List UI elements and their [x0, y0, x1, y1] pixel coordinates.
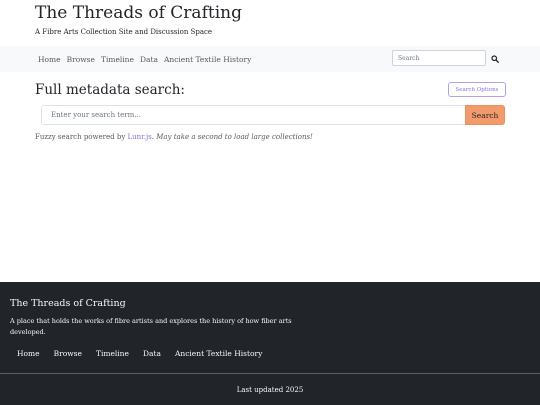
search-button[interactable]: Search: [465, 105, 505, 125]
nav-link-ancient-textile-history[interactable]: Ancient Textile History: [164, 55, 251, 64]
nav-link-timeline[interactable]: Timeline: [101, 55, 134, 64]
search-note-prefix: Fuzzy search powered by: [35, 133, 128, 141]
site-tagline: A Fibre Arts Collection Site and Discuss…: [35, 28, 213, 36]
lunr-link[interactable]: Lunr.js: [128, 133, 152, 141]
nav-search-input[interactable]: [392, 50, 486, 66]
metadata-search-input[interactable]: [41, 105, 465, 125]
footer-link-ancient-textile-history[interactable]: Ancient Textile History: [175, 349, 262, 358]
nav-link-home[interactable]: Home: [38, 55, 61, 64]
footer-nav: Home Browse Timeline Data Ancient Textil…: [17, 349, 262, 358]
footer-title: The Threads of Crafting: [10, 298, 126, 309]
footer-link-browse[interactable]: Browse: [54, 349, 82, 358]
nav-search-button[interactable]: [488, 52, 502, 65]
page-heading: Full metadata search:: [35, 82, 185, 98]
footer-link-timeline[interactable]: Timeline: [96, 349, 129, 358]
footer-divider: [0, 373, 540, 374]
search-note: Fuzzy search powered by Lunr.js. May tak…: [35, 133, 313, 141]
nav-links: Home Browse Timeline Data Ancient Textil…: [38, 46, 251, 72]
search-note-warning: May take a second to load large collecti…: [153, 133, 313, 141]
search-options-button[interactable]: Search Options: [448, 82, 506, 97]
nav-link-data[interactable]: Data: [140, 55, 158, 64]
footer-last-updated: Last updated 2025: [236, 386, 304, 394]
site-title[interactable]: The Threads of Crafting: [35, 3, 242, 23]
site-header: The Threads of Crafting A Fibre Arts Col…: [0, 0, 540, 46]
footer-link-data[interactable]: Data: [143, 349, 161, 358]
search-icon: [491, 54, 499, 63]
footer-description: A place that holds the works of fibre ar…: [10, 317, 292, 336]
footer-link-home[interactable]: Home: [17, 349, 40, 358]
nav-link-browse[interactable]: Browse: [67, 55, 95, 64]
footer: The Threads of Crafting A place that hol…: [0, 282, 540, 405]
